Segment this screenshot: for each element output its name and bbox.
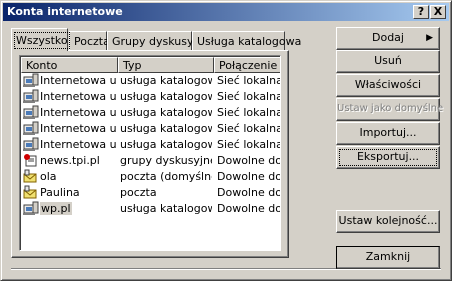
help-button[interactable]: ? [413,5,429,19]
account-name: news.tpi.pl [40,154,100,167]
set-order-button[interactable]: Ustaw kolejność... [336,210,440,233]
account-name: Internetowa usł... [40,138,116,151]
table-row[interactable]: Internetowa usł... usługa katalogowa Sieć … [21,137,281,153]
mail-account-icon [23,185,39,200]
account-connection: Sieć lokalna [217,122,281,135]
account-type: poczta [120,186,157,199]
table-row[interactable]: Internetowa usł... usługa katalogowa Sieć … [21,105,281,121]
export-button[interactable]: Eksportuj... [336,146,440,169]
account-connection: Sieć lokalna [217,138,281,151]
account-type: usługa katalogowa [120,122,212,135]
directory-service-icon [23,137,39,152]
table-row[interactable]: Internetowa usł... usługa katalogowa Sieć … [21,73,281,89]
directory-service-icon [23,89,39,104]
title-bar: Konta internetowe ? X [3,3,449,21]
account-type: usługa katalogowa [120,202,212,215]
account-name: Internetowa usł... [40,122,116,135]
account-name: wp.pl [40,202,72,215]
account-connection: Sieć lokalna [217,74,281,87]
window-title: Konta internetowe [7,5,123,18]
directory-service-icon [23,73,39,88]
tab-directory-service[interactable]: Usługa katalogowa [192,31,301,50]
account-type: poczta (domyślne) [120,170,212,183]
account-connection: Dowolne dostępne [217,186,281,199]
directory-service-icon [23,201,39,216]
accounts-list[interactable]: Konto Typ Połączenie Internetowa usł... u… [19,55,281,251]
import-button[interactable]: Importuj... [336,122,440,145]
column-header-connection[interactable]: Połączenie [214,57,280,73]
table-row[interactable]: news.tpi.pl grupy dyskusyjne ... Dowolne d… [21,153,281,169]
add-button-label: Dodaj [372,31,404,44]
table-row[interactable]: ola poczta (domyślne) Dowolne dostępne [21,169,281,185]
account-connection: Sieć lokalna [217,106,281,119]
column-header-type[interactable]: Typ [118,57,214,73]
table-row[interactable]: Internetowa usł... usługa katalogowa Sieć … [21,121,281,137]
tab-label: Poczta [74,35,110,48]
column-header-account[interactable]: Konto [21,57,118,73]
tab-label: Usługa katalogowa [197,35,302,48]
tab-mail[interactable]: Poczta [69,31,110,50]
directory-service-icon [23,105,39,120]
arrow-right-icon: ▶ [426,33,433,43]
account-name: Paulina [40,186,80,199]
add-button[interactable]: Dodaj ▶ [336,27,440,50]
mail-account-icon [23,169,39,184]
close-window-button[interactable]: X [430,5,446,19]
account-name: Internetowa usł... [40,106,116,119]
newsgroup-icon [23,153,39,168]
set-default-button[interactable]: Ustaw jako domyślne [336,98,443,121]
tab-newsgroups[interactable]: Grupy dyskusyjne [107,31,210,50]
account-connection: Dowolne dostępne [217,170,281,183]
remove-button[interactable]: Usuń [336,50,440,73]
account-connection: Dowolne dostępne [217,154,281,167]
table-row[interactable]: Internetowa usł... usługa katalogowa Sieć … [21,89,281,105]
account-connection: Dowolne dostępne [217,202,281,215]
account-connection: Sieć lokalna [217,90,281,103]
account-type: usługa katalogowa [120,90,212,103]
table-row[interactable]: wp.pl usługa katalogowa Dowolne dostępne [21,201,281,217]
account-type: grupy dyskusyjne ... [120,154,212,167]
tab-label: Wszystko [14,32,70,49]
account-type: usługa katalogowa [120,138,212,151]
close-button[interactable]: Zamknij [336,246,440,269]
account-name: Internetowa usł... [40,74,116,87]
directory-service-icon [23,121,39,136]
properties-button[interactable]: Właściwości [336,74,440,97]
tab-all[interactable]: Wszystko [11,28,70,51]
account-type: usługa katalogowa [120,74,212,87]
account-name: Internetowa usł... [40,90,116,103]
account-type: usługa katalogowa [120,106,212,119]
table-row[interactable]: Paulina poczta Dowolne dostępne [21,185,281,201]
account-name: ola [40,170,57,183]
